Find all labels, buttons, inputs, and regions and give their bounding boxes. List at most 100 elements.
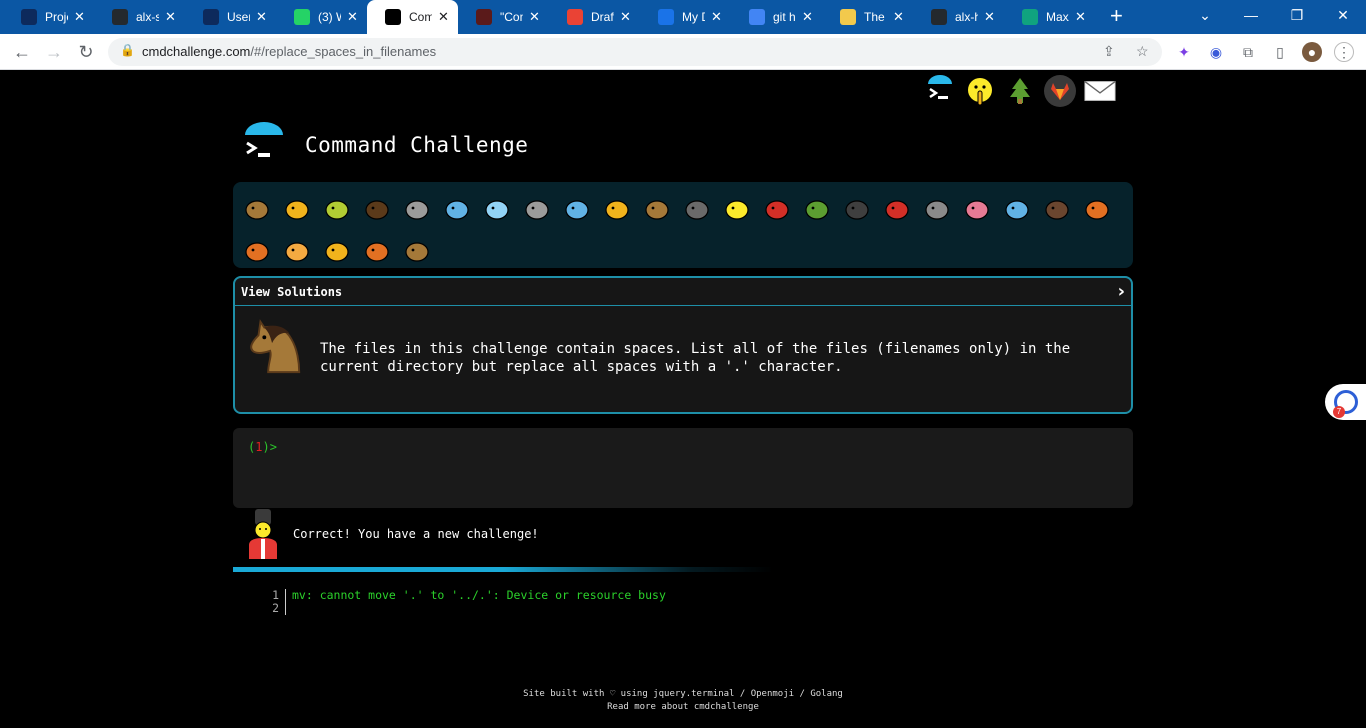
challenge-item[interactable] <box>637 188 677 230</box>
browser-tab[interactable]: Max/ ✕ <box>1004 4 1095 30</box>
browser-tab[interactable]: Draft ✕ <box>549 4 640 30</box>
spider-icon <box>845 200 869 220</box>
top-nav-icons <box>924 75 1116 107</box>
challenge-item[interactable] <box>917 188 957 230</box>
challenge-item[interactable] <box>437 188 477 230</box>
terminal-logo-icon[interactable] <box>924 75 956 107</box>
close-tab-icon[interactable]: ✕ <box>529 9 543 25</box>
share-icon[interactable]: ⇪ <box>1103 43 1115 60</box>
side-panel-icon[interactable]: ▯ <box>1270 42 1290 62</box>
challenge-item[interactable] <box>1077 188 1117 230</box>
envelope-icon[interactable] <box>1084 75 1116 107</box>
fly-icon <box>925 200 949 220</box>
puzzle-extensions-icon[interactable]: ⧉ <box>1238 42 1258 62</box>
challenge-item[interactable] <box>957 188 997 230</box>
challenge-item[interactable] <box>677 188 717 230</box>
new-tab-plus-icon[interactable]: + <box>1110 5 1123 27</box>
horse-icon <box>405 242 429 262</box>
gitlab-icon[interactable] <box>1044 75 1076 107</box>
close-tab-icon[interactable]: ✕ <box>438 9 452 25</box>
browser-tab[interactable]: (3) W ✕ <box>276 4 367 30</box>
close-tab-icon[interactable]: ✕ <box>802 9 816 25</box>
challenge-item[interactable] <box>357 188 397 230</box>
terminal-prompt: (1)> <box>248 440 277 454</box>
close-tab-icon[interactable]: ✕ <box>347 9 361 25</box>
butterfly-icon <box>285 200 309 220</box>
minimize-icon[interactable]: — <box>1228 4 1274 26</box>
tiger-icon <box>325 242 349 262</box>
view-solutions-header[interactable]: View Solutions › <box>235 278 1131 306</box>
browser-tab[interactable]: User ✕ <box>185 4 276 30</box>
challenge-item[interactable] <box>317 230 357 272</box>
challenge-item[interactable] <box>757 188 797 230</box>
close-tab-icon[interactable]: ✕ <box>620 9 634 25</box>
challenge-item[interactable] <box>557 188 597 230</box>
tab-label: Max/ <box>1046 10 1069 24</box>
browser-tab[interactable]: Com ✕ <box>367 0 458 34</box>
lizard-icon <box>805 200 829 220</box>
challenge-item[interactable] <box>397 230 437 272</box>
bookmark-icon <box>840 9 856 25</box>
tab-label: alx-h <box>955 10 978 24</box>
reload-icon[interactable]: ↻ <box>74 40 98 64</box>
extension-face-icon[interactable]: ◉ <box>1206 42 1226 62</box>
browser-tab[interactable]: The l ✕ <box>822 4 913 30</box>
menu-kebab-icon[interactable]: ⋮ <box>1334 42 1354 62</box>
close-tab-icon[interactable]: ✕ <box>893 9 907 25</box>
profile-avatar[interactable]: ● <box>1302 42 1322 62</box>
challenge-item[interactable] <box>477 188 517 230</box>
challenge-item[interactable] <box>877 188 917 230</box>
line-text: mv: cannot move '.' to '../.': Device or… <box>292 588 666 602</box>
challenge-icon-grid <box>233 182 1133 268</box>
browser-tab[interactable]: Proje ✕ <box>3 4 94 30</box>
back-arrow-icon[interactable]: ← <box>10 40 34 64</box>
challenge-item[interactable] <box>517 188 557 230</box>
tree-icon[interactable] <box>1004 75 1036 107</box>
shark-icon <box>525 200 549 220</box>
command-terminal[interactable]: (1)> <box>233 428 1133 508</box>
challenge-item[interactable] <box>277 188 317 230</box>
close-tab-icon[interactable]: ✕ <box>1075 9 1089 25</box>
sparkle-extension-icon[interactable]: ✦ <box>1174 42 1194 62</box>
challenge-item[interactable] <box>357 230 397 272</box>
challenge-item[interactable] <box>837 188 877 230</box>
restore-icon[interactable]: ❐ <box>1274 4 1320 26</box>
challenge-item[interactable] <box>317 188 357 230</box>
close-tab-icon[interactable]: ✕ <box>165 9 179 25</box>
browser-tab[interactable]: "Con ✕ <box>458 4 549 30</box>
close-tab-icon[interactable]: ✕ <box>74 9 88 25</box>
browser-tab[interactable]: alx-h ✕ <box>913 4 1004 30</box>
challenge-item[interactable] <box>397 188 437 230</box>
worm-icon <box>965 200 989 220</box>
challenge-item[interactable] <box>277 230 317 272</box>
footer-read-more-link[interactable]: Read more about cmdchallenge <box>0 701 1366 714</box>
challenge-description-area: The files in this challenge contain spac… <box>235 306 1131 412</box>
forward-arrow-icon[interactable]: → <box>42 40 66 64</box>
microbe-icon <box>1005 200 1029 220</box>
challenge-item[interactable] <box>717 188 757 230</box>
terminal-icon <box>385 9 401 25</box>
challenge-item[interactable] <box>597 188 637 230</box>
chevron-down-icon[interactable]: ⌄ <box>1182 4 1228 26</box>
drive-icon <box>658 9 674 25</box>
browser-tab[interactable]: git h ✕ <box>731 4 822 30</box>
close-tab-icon[interactable]: ✕ <box>984 9 998 25</box>
challenge-item[interactable] <box>797 188 837 230</box>
bookmark-star-icon[interactable]: ☆ <box>1136 43 1149 60</box>
floating-assistant-badge[interactable]: 7 <box>1325 384 1366 420</box>
cat-icon <box>285 242 309 262</box>
browser-tab[interactable]: alx-s ✕ <box>94 4 185 30</box>
address-bar[interactable]: 🔒 cmdchallenge.com/#/replace_spaces_in_f… <box>108 38 1162 66</box>
chevron-right-icon[interactable]: › <box>1118 281 1125 302</box>
close-window-icon[interactable]: ✕ <box>1320 4 1366 26</box>
challenge-item[interactable] <box>237 188 277 230</box>
brand-header: Command Challenge <box>240 121 528 169</box>
challenge-item[interactable] <box>237 230 277 272</box>
challenge-item[interactable] <box>997 188 1037 230</box>
close-tab-icon[interactable]: ✕ <box>711 9 725 25</box>
shushing-face-icon[interactable] <box>964 75 996 107</box>
tropical-fish-icon <box>605 200 629 220</box>
browser-tab[interactable]: My D ✕ <box>640 4 731 30</box>
close-tab-icon[interactable]: ✕ <box>256 9 270 25</box>
challenge-item[interactable] <box>1037 188 1077 230</box>
